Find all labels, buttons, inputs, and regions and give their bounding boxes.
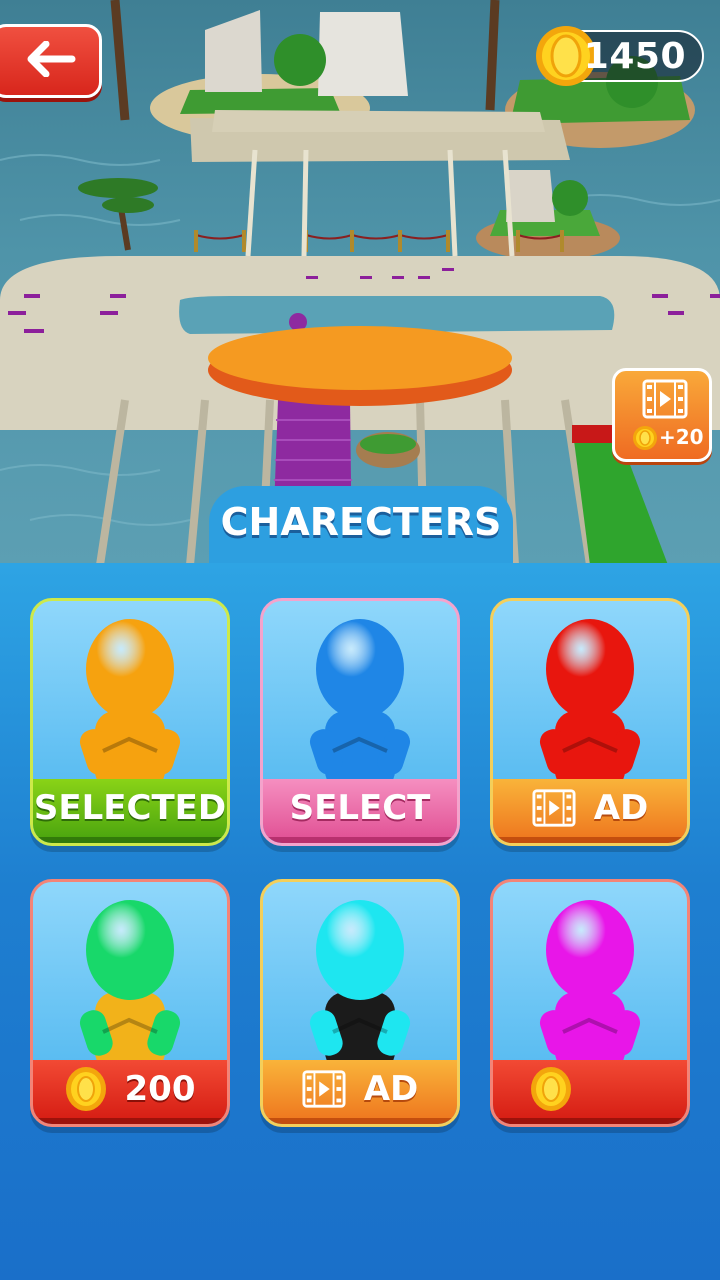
character-card-cyan[interactable]: AD — [260, 879, 460, 1127]
coin-icon — [632, 425, 658, 455]
panel-title: CHARECTERS — [220, 500, 502, 544]
character-figure — [263, 601, 457, 791]
game-scene — [0, 0, 720, 565]
character-action-button[interactable]: SELECTED — [33, 779, 227, 843]
character-card-yellow[interactable]: SELECTED — [30, 598, 230, 846]
coin-count: 1450 — [583, 36, 686, 77]
character-action-label: AD — [363, 1069, 419, 1109]
character-action-label: 200 — [124, 1069, 196, 1109]
character-action-button[interactable]: AD — [493, 779, 687, 843]
character-figure — [263, 882, 457, 1072]
island-race-track-scene — [0, 0, 720, 565]
character-figure — [33, 601, 227, 791]
character-action-button[interactable]: AD — [263, 1060, 457, 1124]
back-button[interactable] — [0, 24, 102, 98]
character-card-magenta[interactable] — [490, 879, 690, 1127]
film-play-icon — [532, 788, 576, 828]
character-card-red[interactable]: AD — [490, 598, 690, 846]
character-action-button[interactable]: 200 — [33, 1060, 227, 1124]
character-card-green[interactable]: 200 — [30, 879, 230, 1127]
arrow-left-icon — [16, 40, 76, 81]
character-figure — [33, 882, 227, 1072]
film-play-icon — [642, 379, 688, 423]
character-figure — [493, 601, 687, 791]
reward-amount: +20 — [659, 425, 704, 449]
character-card-blue[interactable]: SELECT — [260, 598, 460, 846]
watch-ad-reward-button[interactable]: +20 — [612, 368, 712, 462]
coin-icon — [65, 1066, 107, 1112]
film-play-icon — [302, 1069, 346, 1109]
character-action-button[interactable]: SELECT — [263, 779, 457, 843]
coin-balance: 1450 — [536, 26, 704, 86]
character-action-label: SELECTED — [33, 788, 227, 828]
character-action-label: AD — [593, 788, 649, 828]
character-action-button[interactable] — [493, 1060, 687, 1124]
character-figure — [493, 882, 687, 1072]
coin-icon — [530, 1066, 572, 1112]
character-action-label: SELECT — [289, 788, 431, 828]
